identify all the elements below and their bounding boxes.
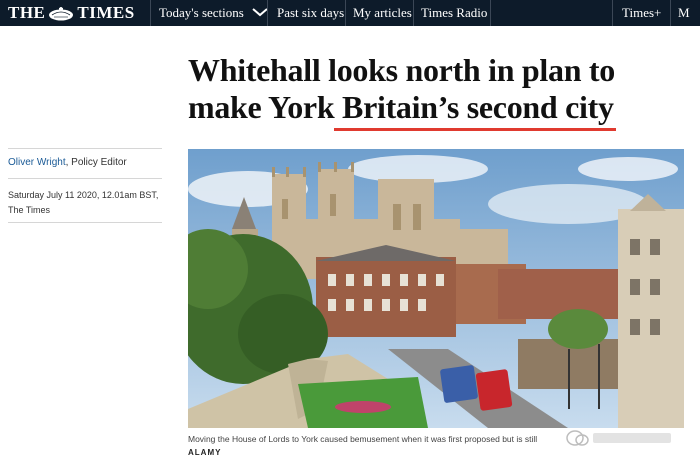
nav-divider bbox=[670, 0, 671, 26]
nav-my-account-label: M bbox=[678, 5, 690, 20]
times-logo[interactable]: THE TIMES bbox=[8, 2, 135, 24]
nav-times-plus[interactable]: Times+ bbox=[622, 0, 661, 26]
byline-bottom-divider bbox=[8, 222, 162, 223]
nav-divider bbox=[490, 0, 491, 26]
logo-text-times: TIMES bbox=[77, 3, 135, 22]
nav-divider bbox=[150, 0, 151, 26]
author-role: , Policy Editor bbox=[65, 157, 127, 168]
nav-times-radio[interactable]: Times Radio bbox=[421, 0, 487, 26]
nav-divider bbox=[267, 0, 268, 26]
byline-top-divider bbox=[8, 148, 162, 149]
crest-icon bbox=[48, 6, 74, 21]
nav-my-articles[interactable]: My articles bbox=[353, 0, 412, 26]
byline-divider bbox=[8, 178, 162, 179]
headline-line-2: make York Britain’s second city bbox=[188, 89, 614, 125]
publish-date: Saturday July 11 2020, 12.01am BST, bbox=[8, 190, 159, 200]
nav-past-six-days-label: Past six days bbox=[277, 5, 345, 20]
wechat-watermark-icon bbox=[565, 428, 675, 448]
top-nav-bar: THE TIMES Today's sections Past six days… bbox=[0, 0, 700, 26]
byline: Oliver Wright, Policy Editor bbox=[8, 157, 127, 168]
nav-times-plus-label: Times+ bbox=[622, 5, 662, 20]
nav-divider bbox=[612, 0, 613, 26]
nav-todays-sections-label: Today's sections bbox=[159, 5, 244, 20]
publish-info: Saturday July 11 2020, 12.01am BST, The … bbox=[8, 188, 168, 218]
logo-text-the: THE bbox=[8, 3, 46, 22]
publication-name: The Times bbox=[8, 205, 51, 215]
nav-divider bbox=[413, 0, 414, 26]
nav-todays-sections[interactable]: Today's sections bbox=[159, 0, 268, 26]
lead-photo bbox=[188, 149, 684, 428]
author-link[interactable]: Oliver Wright bbox=[8, 157, 66, 168]
nav-my-articles-label: My articles bbox=[353, 5, 412, 20]
chevron-down-icon bbox=[252, 5, 268, 21]
headline-line-1: Whitehall looks north in plan to bbox=[188, 52, 615, 88]
photo-credit: ALAMY bbox=[188, 448, 222, 457]
nav-times-radio-label: Times Radio bbox=[421, 5, 488, 20]
headline-accent-rule bbox=[334, 128, 616, 131]
nav-my-account[interactable]: M bbox=[678, 0, 690, 26]
article-headline: Whitehall looks north in plan to make Yo… bbox=[188, 52, 658, 126]
nav-divider bbox=[345, 0, 346, 26]
nav-past-six-days[interactable]: Past six days bbox=[277, 0, 344, 26]
